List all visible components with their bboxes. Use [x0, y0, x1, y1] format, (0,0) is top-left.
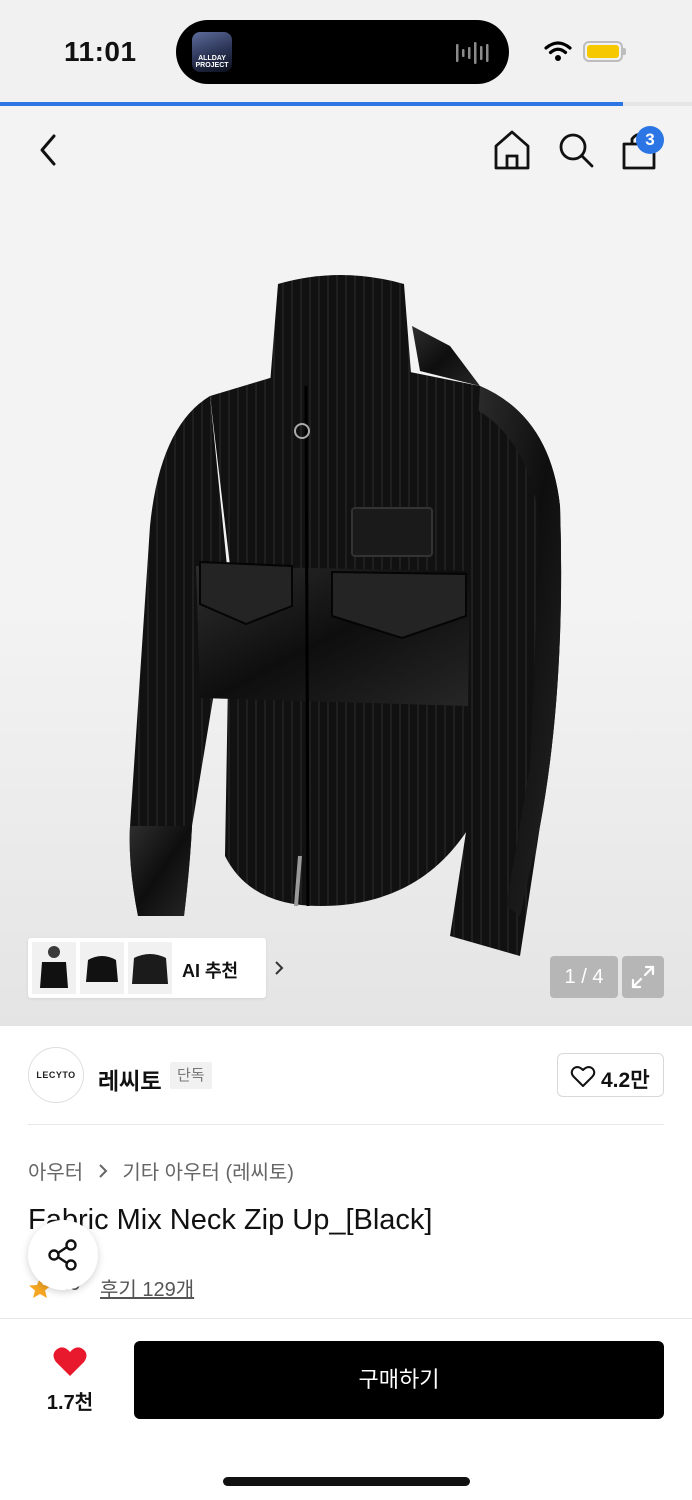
ai-recommend-label[interactable]: AI 추천: [182, 957, 238, 983]
chevron-right-icon: [99, 1163, 108, 1178]
jacket-thumb-image: [86, 956, 118, 982]
brand-name[interactable]: 레씨토: [98, 1062, 161, 1096]
expand-icon[interactable]: [622, 956, 664, 998]
home-icon[interactable]: [492, 128, 532, 172]
review-count-link[interactable]: 후기 129개: [100, 1273, 194, 1302]
chevron-left-icon[interactable]: [32, 130, 66, 170]
share-button[interactable]: [28, 1220, 98, 1290]
brand-logo[interactable]: LECYTO: [28, 1047, 84, 1103]
exclusive-badge: 단독: [170, 1062, 212, 1089]
dynamic-island[interactable]: ALLDAY PROJECT: [176, 20, 509, 84]
jacket-thumb-image: [132, 954, 168, 984]
heart-filled-icon[interactable]: [52, 1346, 88, 1378]
recommend-thumb-jacket-1[interactable]: [80, 942, 124, 994]
recommend-thumb-jacket-2[interactable]: [128, 942, 172, 994]
ai-recommendation-strip[interactable]: AI 추천: [28, 938, 284, 998]
brand-like-count: 4.2만: [601, 1069, 650, 1092]
audio-waveform-icon: [456, 42, 489, 64]
breadcrumb-subcategory[interactable]: 기타 아우터 (레씨토): [122, 1156, 294, 1185]
image-counter: 1 / 4: [550, 956, 618, 998]
search-icon[interactable]: [556, 128, 596, 172]
product-photo: [129, 275, 562, 956]
status-time: 11:01: [64, 36, 137, 67]
heart-outline-icon: [570, 1066, 596, 1087]
section-divider: [28, 1124, 664, 1125]
battery-level: [587, 45, 619, 58]
buy-button[interactable]: 구매하기: [134, 1341, 664, 1419]
wishlist-count: 1.7천: [46, 1392, 94, 1414]
fullscreen-arrows-icon: [631, 965, 655, 989]
now-playing-artwork: ALLDAY PROJECT: [192, 32, 232, 72]
model-thumb-image: [40, 946, 68, 988]
breadcrumb: 아우터 기타 아우터 (레씨토): [28, 1156, 294, 1185]
home-indicator[interactable]: [223, 1477, 470, 1486]
now-playing-artwork-text: ALLDAY PROJECT: [195, 55, 229, 69]
chevron-right-icon: [275, 961, 284, 975]
status-bar: 11:01 ALLDAY PROJECT: [0, 0, 692, 104]
battery-icon: [583, 41, 626, 62]
wifi-icon: [544, 41, 572, 61]
cart-count-badge: 3: [636, 126, 664, 154]
share-icon: [48, 1239, 77, 1271]
recommend-thumb-model[interactable]: [32, 942, 76, 994]
product-image-gallery[interactable]: AI 추천 1 / 4: [0, 106, 692, 1026]
brand-like-button[interactable]: 4.2만: [557, 1053, 664, 1097]
breadcrumb-category[interactable]: 아우터: [28, 1156, 83, 1185]
